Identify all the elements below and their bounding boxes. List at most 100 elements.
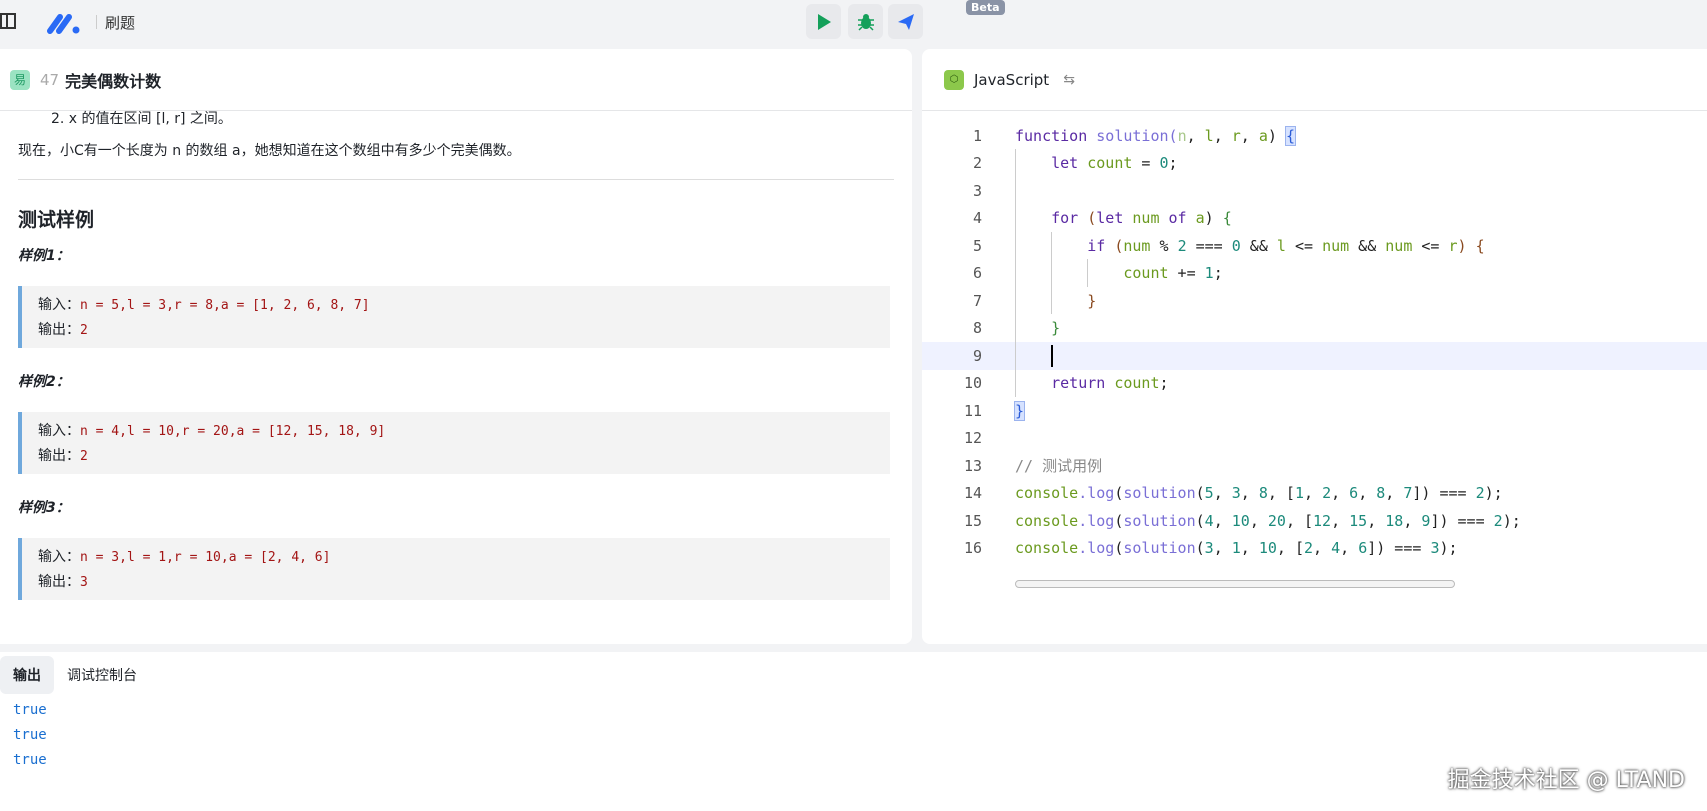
code-editor[interactable]: 1 function solution(n, l, r, a) {2 let co… <box>922 122 1707 562</box>
editor-header: ⬡ JavaScript ⇆ <box>922 49 1707 111</box>
input-label: 输入： <box>38 297 80 313</box>
code-token: 0 <box>1231 236 1241 255</box>
code-token: , <box>1240 539 1259 558</box>
code-token: num <box>1123 209 1160 228</box>
code-token: ( <box>1195 539 1205 558</box>
code-token: console <box>1015 484 1079 503</box>
code-line[interactable]: 13 // 测试用例 <box>922 452 1707 480</box>
language-selector[interactable]: JavaScript <box>974 71 1049 89</box>
beta-badge: Beta <box>966 0 1005 15</box>
editor-panel: ⬡ JavaScript ⇆ 1 function solution(n, l, … <box>922 49 1707 644</box>
code-token: num <box>1385 236 1413 255</box>
line-number: 13 <box>963 456 982 475</box>
description-text: 现在，小C有一个长度为 n 的数组 a，她想知道在这个数组中有多少个完美偶数。 <box>18 143 521 159</box>
code-line[interactable]: 6 count += 1; <box>922 260 1707 288</box>
code-token: , <box>1385 484 1404 503</box>
code-token: 6 <box>1349 484 1359 503</box>
swap-icon[interactable]: ⇆ <box>1063 72 1075 88</box>
code-line[interactable]: 9 <box>922 342 1707 370</box>
code-token: 8 <box>1376 484 1386 503</box>
code-token: solution <box>1123 511 1196 530</box>
code-line[interactable]: 2 let count = 0; <box>922 150 1707 178</box>
code-token: ; <box>1168 154 1178 173</box>
top-bar: 刷题 Beta <box>0 0 1707 48</box>
code-token: , <box>1358 484 1377 503</box>
code-token: 2 <box>1322 484 1332 503</box>
code-line[interactable]: 10 return count; <box>922 370 1707 398</box>
tests-heading: 测试样例 <box>18 209 95 231</box>
run-button[interactable] <box>806 4 841 39</box>
example-block: 输入：n = 3,l = 1,r = 10,a = [2, 4, 6] 输出：3 <box>18 538 890 600</box>
code-line[interactable]: 14 console.log(solution(5, 3, 8, [1, 2, 6… <box>922 480 1707 508</box>
code-token: 12 <box>1313 511 1332 530</box>
line-number: 7 <box>972 291 982 310</box>
text-cursor <box>1051 344 1054 367</box>
code-line[interactable]: 16 console.log(solution(3, 1, 10, [2, 4, … <box>922 535 1707 563</box>
code-line[interactable]: 11} <box>922 397 1707 425</box>
code-token: 4 <box>1204 511 1214 530</box>
line-number: 5 <box>972 236 982 255</box>
code-line[interactable]: 12 <box>922 425 1707 453</box>
code-line[interactable]: 15 console.log(solution(4, 10, 20, [12, 1… <box>922 507 1707 535</box>
example-block: 输入：n = 4,l = 10,r = 20,a = [12, 15, 18, … <box>18 412 890 474</box>
code-token: , <box>1313 539 1332 558</box>
horizontal-scrollbar[interactable] <box>1015 580 1455 588</box>
code-token: 3 <box>1204 539 1214 558</box>
example-output: 2 <box>80 323 88 338</box>
code-token: ( <box>1195 511 1205 530</box>
code-line[interactable]: 5 if (num % 2 === 0 && l <= num && num <… <box>922 232 1707 260</box>
code-line[interactable]: 3 <box>922 177 1707 205</box>
line-number: 15 <box>963 511 982 530</box>
code-token: ( <box>1105 236 1124 255</box>
debug-button[interactable] <box>848 4 883 39</box>
input-label: 输入： <box>38 549 80 565</box>
code-token: ) <box>1267 126 1277 145</box>
code-token: .log <box>1078 539 1115 558</box>
app-title: 刷题 <box>105 14 136 32</box>
code-token: r <box>1448 236 1458 255</box>
divider <box>18 179 894 180</box>
tab-output[interactable]: 输出 <box>0 656 54 694</box>
code-token: let <box>1096 209 1124 228</box>
code-token: 10 <box>1258 539 1277 558</box>
code-token: , <box>1249 511 1268 530</box>
code-token: ); <box>1484 484 1503 503</box>
watermark: 掘金技术社区 @ LTAND <box>1447 768 1685 793</box>
line-number: 16 <box>963 539 982 558</box>
tab-debug-console[interactable]: 调试控制台 <box>54 656 150 694</box>
sidebar-toggle-icon[interactable] <box>0 13 16 29</box>
line-number: 10 <box>963 374 982 393</box>
code-token: , [ <box>1267 484 1295 503</box>
submit-button[interactable] <box>888 4 923 39</box>
code-token: for <box>1015 209 1079 228</box>
code-token: } <box>1015 319 1061 338</box>
line-number: 14 <box>963 484 982 503</box>
code-line[interactable]: 4 for (let num of a) { <box>922 205 1707 233</box>
code-token: , [ <box>1276 539 1304 558</box>
code-token: ) <box>1457 236 1467 255</box>
code-token: } <box>1015 291 1097 310</box>
code-token: count <box>1105 374 1160 393</box>
line-number: 3 <box>972 181 982 200</box>
code-line[interactable]: 8 } <box>922 315 1707 343</box>
code-token: , <box>1213 511 1232 530</box>
code-token: 1 <box>1231 539 1241 558</box>
code-token: , <box>1340 539 1359 558</box>
code-line[interactable]: 1 function solution(n, l, r, a) { <box>922 122 1707 150</box>
code-token: return <box>1015 374 1106 393</box>
example-input: n = 5,l = 3,r = 8,a = [1, 2, 6, 8, 7] <box>80 298 370 313</box>
code-token: 2 <box>1475 484 1485 503</box>
code-token: 1 <box>1204 264 1214 283</box>
problem-title: 完美偶数计数 <box>65 71 162 91</box>
code-token: , <box>1304 484 1323 503</box>
code-token: ]) === <box>1367 539 1431 558</box>
code-token: 10 <box>1231 511 1250 530</box>
code-token: // 测试用例 <box>1015 457 1103 476</box>
code-token: console <box>1015 511 1079 530</box>
line-number: 12 <box>963 429 982 448</box>
code-line[interactable]: 7 } <box>922 287 1707 315</box>
code-token: 3 <box>1231 484 1241 503</box>
code-token: solution <box>1123 484 1196 503</box>
code-token: 4 <box>1331 539 1341 558</box>
output-label: 输出： <box>38 448 80 464</box>
